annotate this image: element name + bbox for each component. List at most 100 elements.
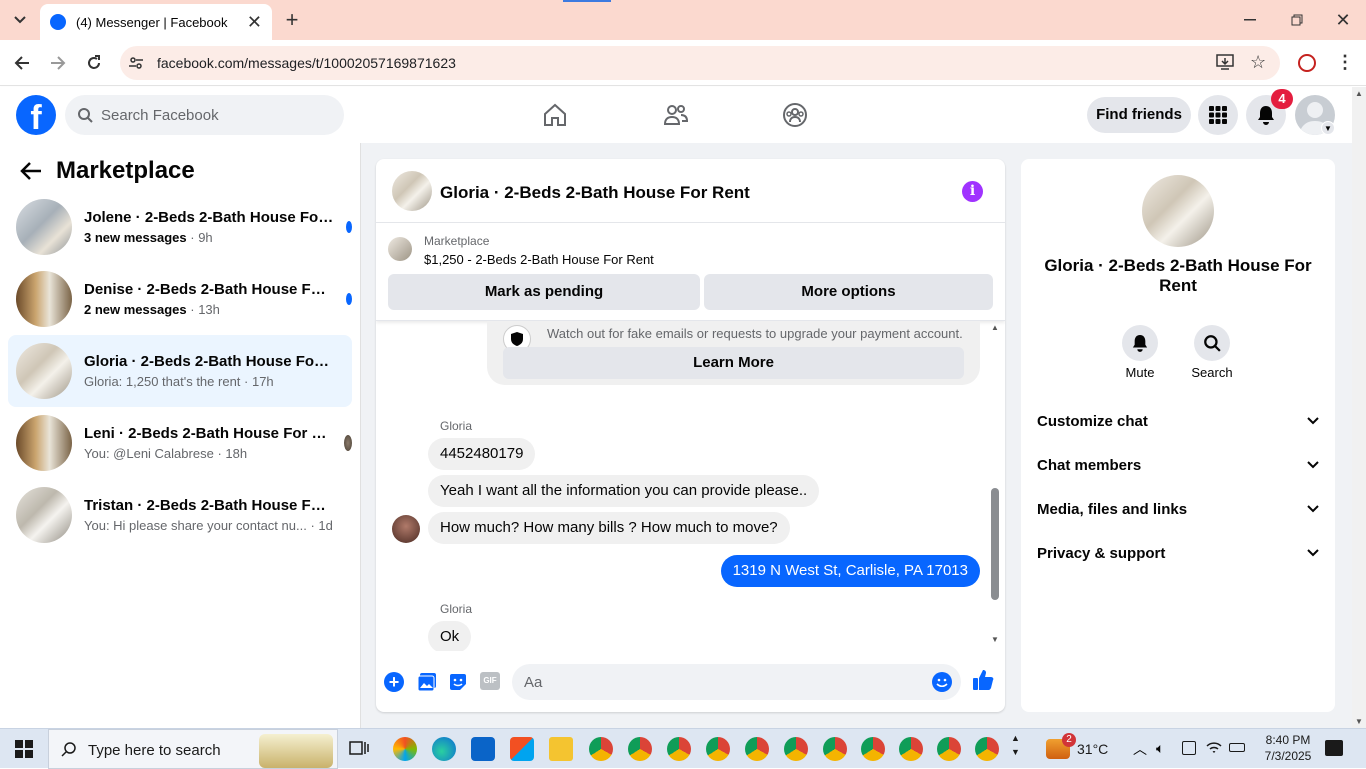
windows-start-icon[interactable] <box>15 740 33 758</box>
chat-title[interactable]: Gloria · 2-Beds 2-Bath House For Rent <box>440 183 750 203</box>
chevron-down-icon <box>1307 461 1319 469</box>
back-arrow-icon[interactable] <box>20 161 42 181</box>
message-input[interactable]: Aa <box>512 664 961 700</box>
chrome-icon[interactable] <box>784 737 808 761</box>
page-scrollbar[interactable]: ▲ ▼ <box>1352 87 1366 728</box>
read-receipt-avatar <box>344 435 352 451</box>
emoji-icon[interactable] <box>932 672 952 692</box>
home-icon[interactable] <box>542 103 568 127</box>
back-icon[interactable] <box>8 49 36 77</box>
scrollbar-thumb[interactable] <box>991 488 999 600</box>
file-explorer-icon[interactable] <box>549 737 573 761</box>
sender-avatar[interactable] <box>392 515 420 543</box>
bookmark-star-icon[interactable]: ☆ <box>1250 52 1266 73</box>
warning-text: Watch out for fake emails or requests to… <box>547 326 963 341</box>
chrome-icon[interactable] <box>589 737 613 761</box>
restore-icon[interactable] <box>1283 6 1311 34</box>
gif-icon[interactable]: GIF <box>480 672 500 690</box>
volume-icon[interactable]: 🔈︎ <box>1156 740 1164 757</box>
profile-icon[interactable] <box>1298 54 1316 72</box>
close-tab-icon[interactable]: ✕ <box>247 12 262 33</box>
search-in-chat-button[interactable] <box>1194 325 1230 361</box>
temperature[interactable]: 31°C <box>1077 741 1108 757</box>
chevron-down-icon <box>1307 549 1319 557</box>
scroll-up-arrow[interactable]: ▲ <box>991 323 999 332</box>
mark-as-pending-button[interactable]: Mark as pending <box>388 274 700 310</box>
new-tab-icon[interactable]: + <box>278 6 306 34</box>
chat-members-section[interactable]: Chat members <box>1037 443 1319 487</box>
outlook-icon[interactable] <box>471 737 495 761</box>
mute-button[interactable] <box>1122 325 1158 361</box>
more-options-button[interactable]: More options <box>704 274 993 310</box>
chrome-icon[interactable] <box>667 737 691 761</box>
edge-icon[interactable] <box>432 737 456 761</box>
customize-chat-section[interactable]: Customize chat <box>1037 399 1319 443</box>
sticker-icon[interactable] <box>448 672 468 692</box>
message-bubble[interactable]: Yeah I want all the information you can … <box>428 475 820 507</box>
chat-avatar[interactable] <box>392 171 432 211</box>
task-view-icon[interactable] <box>349 739 369 757</box>
conversation-item-jolene[interactable]: Jolene · 2-Beds 2-Bath House For Rent 3 … <box>8 191 352 263</box>
taskbar-search-box[interactable]: Type here to search <box>48 729 338 769</box>
browser-tab[interactable]: (4) Messenger | Facebook ✕ <box>40 4 272 40</box>
message-bubble[interactable]: How much? How many bills ? How much to m… <box>428 512 790 544</box>
browser-menu-icon[interactable]: ⋮ <box>1336 52 1354 73</box>
minimize-icon[interactable] <box>1236 6 1264 34</box>
reload-icon[interactable] <box>80 49 108 77</box>
account-chevron-icon[interactable]: ▼ <box>1321 121 1335 135</box>
privacy-support-section[interactable]: Privacy & support <box>1037 531 1319 575</box>
facebook-header: f Search Facebook Find friends 4 ▼ <box>0 87 1352 143</box>
chrome-icon[interactable] <box>628 737 652 761</box>
battery-icon[interactable] <box>1229 743 1245 752</box>
chrome-icon[interactable] <box>706 737 730 761</box>
chrome-icon[interactable] <box>975 737 999 761</box>
forward-icon[interactable] <box>44 49 72 77</box>
like-thumb-icon[interactable] <box>972 669 994 691</box>
install-app-icon[interactable] <box>1216 54 1234 70</box>
chevron-up-icon[interactable]: ︿ <box>1133 739 1147 759</box>
plus-icon[interactable]: + <box>384 672 404 692</box>
conversation-item-leni[interactable]: Leni · 2-Beds 2-Bath House For Rent You:… <box>8 407 352 479</box>
conversation-time: · 9h <box>190 230 213 245</box>
notification-center-icon[interactable] <box>1325 740 1343 756</box>
copilot-icon[interactable] <box>393 737 417 761</box>
conversation-item-tristan[interactable]: Tristan · 2-Beds 2-Bath House For Rent Y… <box>8 479 352 551</box>
site-info-icon[interactable] <box>128 55 144 71</box>
taskbar-overflow-arrows[interactable]: ▲ ▼ <box>1011 731 1020 759</box>
conversation-title: Leni · 2-Beds 2-Bath House For Rent <box>84 425 334 442</box>
chrome-icon[interactable] <box>861 737 885 761</box>
store-icon[interactable] <box>510 737 534 761</box>
profile-avatar[interactable] <box>1142 175 1214 247</box>
tab-list-icon[interactable] <box>6 6 34 34</box>
wifi-icon[interactable] <box>1206 741 1222 755</box>
friends-icon[interactable] <box>663 103 689 127</box>
conversation-item-denise[interactable]: Denise · 2-Beds 2-Bath House For Rent 2 … <box>8 263 352 335</box>
message-bubble[interactable]: 4452480179 <box>428 438 536 470</box>
page-scroll-down-arrow[interactable]: ▼ <box>1352 717 1366 726</box>
facebook-search-input[interactable]: Search Facebook <box>65 95 344 135</box>
unread-dot <box>346 221 352 233</box>
conversation-item-gloria[interactable]: Gloria · 2-Beds 2-Bath House For Rent Gl… <box>8 335 352 407</box>
listing-title[interactable]: $1,250 - 2-Beds 2-Bath House For Rent <box>424 252 654 267</box>
menu-grid-icon[interactable] <box>1198 95 1238 135</box>
clock[interactable]: 8:40 PM 7/3/2025 <box>1258 732 1318 764</box>
chrome-icon[interactable] <box>899 737 923 761</box>
outgoing-message-bubble[interactable]: 1319 N West St, Carlisle, PA 17013 <box>720 555 980 587</box>
groups-icon[interactable] <box>782 102 808 128</box>
media-files-links-section[interactable]: Media, files and links <box>1037 487 1319 531</box>
omnibox[interactable]: facebook.com/messages/t/1000205716987162… <box>120 46 1280 80</box>
facebook-logo-icon[interactable]: f <box>16 95 56 135</box>
chrome-icon[interactable] <box>745 737 769 761</box>
chrome-icon[interactable] <box>937 737 961 761</box>
page-scroll-up-arrow[interactable]: ▲ <box>1352 89 1366 98</box>
close-window-icon[interactable]: ✕ <box>1329 6 1357 34</box>
info-icon[interactable]: i <box>962 181 983 202</box>
message-bubble[interactable]: Ok <box>428 621 472 651</box>
chrome-icon[interactable] <box>823 737 847 761</box>
display-icon[interactable] <box>1182 741 1196 755</box>
find-friends-button[interactable]: Find friends <box>1087 97 1191 133</box>
listing-thumbnail <box>388 237 412 261</box>
photo-icon[interactable] <box>417 672 437 692</box>
learn-more-button[interactable]: Learn More <box>503 347 964 379</box>
scroll-down-arrow[interactable]: ▼ <box>991 635 999 644</box>
